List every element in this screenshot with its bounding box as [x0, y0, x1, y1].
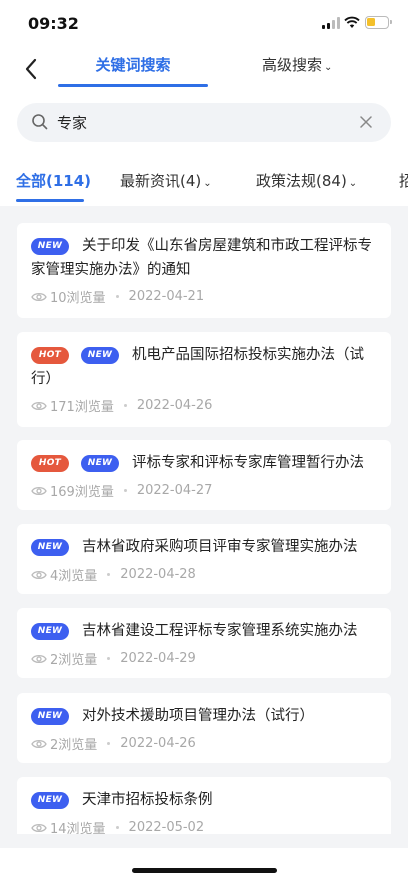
category-tab-policy[interactable]: 政策法规(84) ⌄	[256, 170, 357, 191]
item-date: 2022-04-26	[120, 736, 196, 751]
home-indicator[interactable]	[132, 868, 277, 873]
view-count: 169浏览量	[50, 485, 114, 500]
separator-dot	[107, 573, 111, 576]
item-date: 2022-05-02	[128, 820, 205, 834]
view-count: 2浏览量	[50, 738, 98, 753]
item-title: 关于印发《山东省房屋建筑和市政工程评标专家管理实施办法》的通知	[31, 238, 372, 278]
status-time: 09:32	[28, 14, 79, 33]
item-date: 2022-04-21	[128, 289, 205, 304]
chevron-down-icon: ⌄	[348, 178, 358, 189]
result-list: NEW 关于印发《山东省房屋建筑和市政工程评标专家管理实施办法》的通知 10浏览…	[0, 206, 408, 834]
signal-icon	[322, 17, 340, 29]
list-item[interactable]: NEW 吉林省建设工程评标专家管理系统实施办法 2浏览量 2022-04-29	[17, 608, 391, 678]
category-tab-label: 最新资讯(4)	[120, 172, 202, 190]
item-meta: 2浏览量 2022-04-26	[31, 734, 196, 753]
category-tab-news[interactable]: 最新资讯(4) ⌄	[120, 170, 212, 191]
home-indicator-area	[0, 848, 408, 883]
view-count: 2浏览量	[50, 653, 98, 668]
item-meta: 169浏览量 2022-04-27	[31, 481, 212, 500]
eye-icon	[31, 739, 47, 748]
item-meta: 4浏览量 2022-04-28	[31, 565, 196, 584]
separator-dot	[123, 404, 127, 407]
tab-keyword-search[interactable]: 关键词搜索	[58, 54, 208, 75]
category-tabs: 全部(114) 最新资讯(4) ⌄ 政策法规(84) ⌄ 招	[0, 154, 408, 206]
item-title: 天津市招标投标条例	[82, 792, 213, 808]
item-date: 2022-04-28	[120, 567, 196, 582]
item-title: 吉林省建设工程评标专家管理系统实施办法	[82, 623, 358, 639]
view-count: 171浏览量	[50, 400, 114, 415]
category-tab-label: 政策法规(84)	[256, 172, 347, 190]
eye-icon	[31, 486, 47, 495]
separator-dot	[115, 826, 119, 829]
item-date: 2022-04-26	[136, 398, 213, 413]
chevron-down-icon: ⌄	[324, 62, 333, 73]
item-meta: 14浏览量 2022-05-02	[31, 818, 204, 834]
item-meta: 10浏览量 2022-04-21	[31, 287, 204, 306]
search-box[interactable]	[17, 103, 391, 142]
item-meta: 171浏览量 2022-04-26	[31, 396, 212, 415]
status-bar: 09:32	[0, 0, 408, 46]
close-icon[interactable]	[357, 113, 375, 131]
eye-icon	[31, 292, 47, 301]
chevron-left-icon[interactable]	[18, 55, 46, 83]
item-title: 评标专家和评标专家库管理暂行办法	[132, 455, 364, 471]
view-count: 10浏览量	[50, 291, 106, 306]
separator-dot	[123, 489, 127, 492]
item-title: 机电产品国际招标投标实施办法（试行）	[31, 347, 364, 387]
category-active-indicator	[16, 199, 84, 202]
category-tab-all[interactable]: 全部(114)	[16, 170, 91, 191]
separator-dot	[107, 657, 111, 660]
separator-dot	[107, 742, 111, 745]
search-input[interactable]	[57, 111, 347, 133]
chevron-down-icon: ⌄	[203, 178, 212, 189]
wifi-icon	[344, 16, 360, 28]
list-item[interactable]: NEW 天津市招标投标条例 14浏览量 2022-05-02	[17, 777, 391, 834]
tab-advanced-search[interactable]: 高级搜索 ⌄	[262, 54, 332, 75]
top-nav: 关键词搜索 高级搜索 ⌄	[0, 46, 408, 92]
battery-icon	[365, 16, 392, 29]
search-section	[0, 92, 408, 154]
tab-advanced-label: 高级搜索	[262, 56, 323, 74]
list-item[interactable]: NEW 对外技术援助项目管理办法（试行） 2浏览量 2022-04-26	[17, 693, 391, 763]
separator-dot	[115, 295, 119, 298]
category-tab-bidding[interactable]: 招	[399, 170, 408, 191]
view-count: 4浏览量	[50, 569, 98, 584]
list-item[interactable]: NEW 关于印发《山东省房屋建筑和市政工程评标专家管理实施办法》的通知 10浏览…	[17, 223, 391, 318]
item-date: 2022-04-29	[120, 651, 196, 666]
view-count: 14浏览量	[50, 822, 106, 834]
search-icon	[32, 114, 48, 130]
eye-icon	[31, 654, 47, 663]
item-title: 吉林省政府采购项目评审专家管理实施办法	[82, 539, 358, 555]
tab-active-indicator	[58, 84, 208, 87]
eye-icon	[31, 401, 47, 410]
item-meta: 2浏览量 2022-04-29	[31, 649, 196, 668]
list-item[interactable]: NEW 吉林省政府采购项目评审专家管理实施办法 4浏览量 2022-04-28	[17, 524, 391, 594]
eye-icon	[31, 570, 47, 579]
item-title: 对外技术援助项目管理办法（试行）	[82, 708, 314, 724]
list-item[interactable]: HOT NEW 评标专家和评标专家库管理暂行办法 169浏览量 2022-04-…	[17, 440, 391, 510]
list-item[interactable]: HOT NEW 机电产品国际招标投标实施办法（试行） 171浏览量 2022-0…	[17, 332, 391, 427]
eye-icon	[31, 823, 47, 832]
item-date: 2022-04-27	[136, 483, 213, 498]
